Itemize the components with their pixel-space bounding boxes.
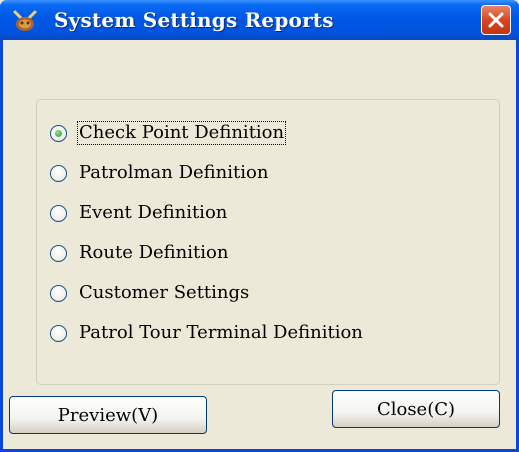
radio-label: Patrol Tour Terminal Definition: [79, 322, 363, 343]
report-options-group: Check Point Definition Patrolman Definit…: [36, 99, 500, 385]
title-bar[interactable]: System Settings Reports: [0, 0, 519, 40]
app-icon: [13, 10, 37, 31]
radio-button[interactable]: [50, 164, 67, 182]
radio-button[interactable]: [50, 124, 67, 142]
radio-button[interactable]: [50, 324, 67, 342]
radio-option-patrolman[interactable]: Patrolman Definition: [50, 160, 269, 186]
radio-label: Patrolman Definition: [79, 162, 269, 183]
radio-button[interactable]: [50, 204, 67, 222]
radio-option-check-point[interactable]: Check Point Definition: [50, 120, 287, 146]
radio-option-patrol-tour-terminal[interactable]: Patrol Tour Terminal Definition: [50, 320, 364, 346]
dialog-window: System Settings Reports Check Point Defi…: [0, 0, 519, 452]
preview-button[interactable]: Preview(V): [9, 396, 207, 434]
radio-option-route[interactable]: Route Definition: [50, 240, 229, 266]
radio-label: Event Definition: [79, 202, 228, 223]
close-window-button[interactable]: [481, 5, 511, 35]
close-icon: [488, 12, 504, 28]
radio-button[interactable]: [50, 284, 67, 302]
window-title: System Settings Reports: [54, 8, 334, 32]
radio-button[interactable]: [50, 244, 67, 262]
radio-label: Route Definition: [79, 242, 229, 263]
close-button[interactable]: Close(C): [332, 390, 500, 428]
radio-label: Check Point Definition: [76, 121, 287, 145]
radio-label: Customer Settings: [79, 282, 250, 303]
radio-option-customer[interactable]: Customer Settings: [50, 280, 250, 306]
radio-option-event[interactable]: Event Definition: [50, 200, 228, 226]
